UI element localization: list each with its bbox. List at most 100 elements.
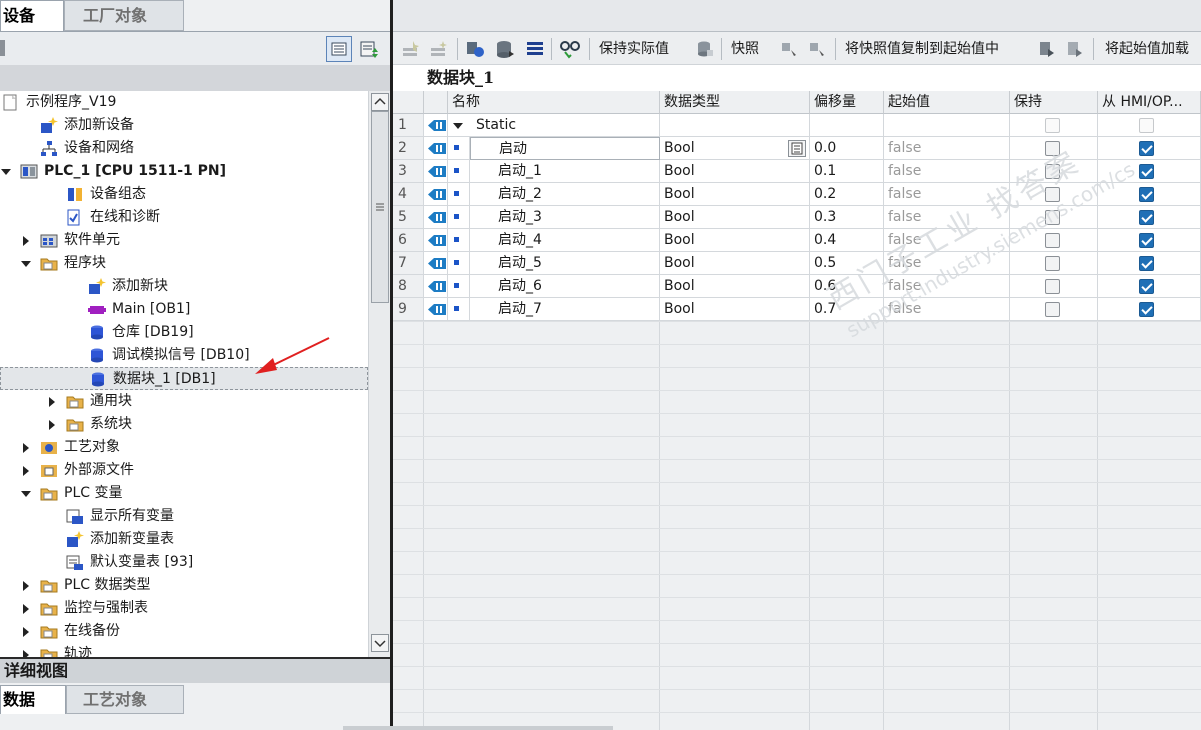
tree-item[interactable]: 在线备份 [0, 620, 368, 643]
retain-checkbox[interactable] [1045, 141, 1060, 156]
retain-checkbox[interactable] [1045, 256, 1060, 271]
retain-cell[interactable] [1010, 206, 1098, 229]
expand-arrow-icon[interactable] [20, 597, 32, 620]
hmi-cell[interactable] [1098, 114, 1201, 137]
table-row[interactable]: 3 启动_1 Bool 0.1 false [393, 160, 1201, 183]
hmi-cell[interactable] [1098, 298, 1201, 321]
retain-checkbox[interactable] [1045, 302, 1060, 317]
column-header-retain[interactable]: 保持 [1010, 91, 1098, 114]
hmi-checkbox[interactable] [1139, 210, 1154, 225]
tree-item[interactable]: 添加新设备 [0, 114, 368, 137]
hmi-checkbox[interactable] [1139, 233, 1154, 248]
tree-item[interactable]: 工艺对象 [0, 436, 368, 459]
retain-cell[interactable] [1010, 137, 1098, 160]
retain-cell[interactable] [1010, 183, 1098, 206]
tree-scrollbar[interactable] [368, 91, 390, 657]
hmi-cell[interactable] [1098, 252, 1201, 275]
tree-item[interactable]: 轨迹 [0, 643, 368, 657]
tree-item[interactable]: Main [OB1] [0, 298, 368, 321]
start-value-cell[interactable]: false [884, 298, 1010, 321]
name-cell[interactable]: 启动_1 [470, 160, 660, 183]
retain-cell[interactable] [1010, 252, 1098, 275]
retain-cell[interactable] [1010, 114, 1098, 137]
collapse-arrow-icon[interactable] [452, 114, 464, 136]
tree-item[interactable]: 程序块 [0, 252, 368, 275]
data-type-cell[interactable]: Bool [660, 160, 810, 183]
hmi-checkbox[interactable] [1139, 141, 1154, 156]
expand-all-icon[interactable] [465, 39, 485, 59]
column-header-name[interactable]: 名称 [448, 91, 660, 114]
retain-checkbox[interactable] [1045, 233, 1060, 248]
data-type-cell[interactable]: Bool [660, 298, 810, 321]
hmi-cell[interactable] [1098, 229, 1201, 252]
scroll-up-button[interactable] [371, 93, 389, 111]
snapshot-db-icon[interactable] [695, 39, 715, 59]
column-header-start-value[interactable]: 起始值 [884, 91, 1010, 114]
hmi-cell[interactable] [1098, 160, 1201, 183]
retain-cell[interactable] [1010, 160, 1098, 183]
start-value-cell[interactable]: false [884, 137, 1010, 160]
type-cell[interactable] [660, 114, 810, 137]
retain-checkbox[interactable] [1045, 187, 1060, 202]
start-value-cell[interactable] [884, 114, 1010, 137]
expand-arrow-icon[interactable] [20, 436, 32, 459]
copy-start-icon[interactable] [807, 39, 827, 59]
db-properties-icon[interactable] [495, 39, 515, 59]
expand-arrow-icon[interactable] [20, 620, 32, 643]
scroll-thumb[interactable] [371, 111, 389, 303]
tree-item[interactable]: 在线和诊断 [0, 206, 368, 229]
column-header-hmi-accessible[interactable]: 从 HMI/OP... [1098, 91, 1201, 114]
tree-item[interactable]: 外部源文件 [0, 459, 368, 482]
tree-item[interactable]: 添加新变量表 [0, 528, 368, 551]
name-cell[interactable]: 启动_2 [470, 183, 660, 206]
tab-plant-objects[interactable]: 工厂对象 [64, 0, 184, 31]
start-value-cell[interactable]: false [884, 160, 1010, 183]
column-header-offset[interactable]: 偏移量 [810, 91, 884, 114]
detail-view-header[interactable]: 详细视图 [0, 657, 390, 683]
table-row-static[interactable]: 1 Static [393, 114, 1201, 137]
retain-checkbox[interactable] [1045, 210, 1060, 225]
copy-snapshot-icon[interactable] [779, 39, 799, 59]
hmi-checkbox[interactable] [1139, 279, 1154, 294]
tab-data[interactable]: 数据 [0, 685, 66, 714]
table-view-button[interactable] [326, 36, 352, 62]
scroll-down-button[interactable] [371, 634, 389, 652]
expand-arrow-icon[interactable] [46, 390, 58, 413]
table-row[interactable]: 2 启动 Bool 0.0 false [393, 137, 1201, 160]
retain-cell[interactable] [1010, 298, 1098, 321]
table-row[interactable]: 8 启动_6 Bool 0.6 false [393, 275, 1201, 298]
hmi-checkbox[interactable] [1139, 164, 1154, 179]
tree-item[interactable]: PLC 变量 [0, 482, 368, 505]
keep-actual-values-button[interactable]: 保持实际值 [599, 32, 669, 66]
expand-arrow-icon[interactable] [20, 229, 32, 252]
tree-item[interactable]: 系统块 [0, 413, 368, 436]
retain-checkbox[interactable] [1045, 279, 1060, 294]
copy-snapshot-to-start-button[interactable]: 将快照值复制到起始值中 [845, 32, 999, 66]
expand-arrow-icon[interactable] [20, 643, 32, 657]
tree-item[interactable]: 监控与强制表 [0, 597, 368, 620]
name-cell[interactable]: 启动_6 [470, 275, 660, 298]
expand-arrow-icon[interactable] [46, 413, 58, 436]
static-name-cell[interactable]: Static [448, 114, 660, 137]
load-start-icon[interactable] [1037, 39, 1057, 59]
hmi-cell[interactable] [1098, 183, 1201, 206]
data-type-cell[interactable]: Bool [660, 137, 810, 160]
column-header-data-type[interactable]: 数据类型 [660, 91, 810, 114]
retain-checkbox[interactable] [1045, 118, 1060, 133]
data-type-cell[interactable]: Bool [660, 206, 810, 229]
data-type-cell[interactable]: Bool [660, 229, 810, 252]
tree-item[interactable]: 显示所有变量 [0, 505, 368, 528]
data-type-cell[interactable]: Bool [660, 252, 810, 275]
collapse-icon[interactable] [0, 40, 5, 56]
list-view-icon[interactable] [525, 39, 545, 59]
table-row[interactable]: 4 启动_2 Bool 0.2 false [393, 183, 1201, 206]
expand-arrow-icon[interactable] [20, 459, 32, 482]
name-cell[interactable]: 启动_7 [470, 298, 660, 321]
name-cell[interactable]: 启动_5 [470, 252, 660, 275]
table-row[interactable]: 7 启动_5 Bool 0.5 false [393, 252, 1201, 275]
tree-item[interactable]: 示例程序_V19 [0, 91, 368, 114]
start-value-cell[interactable]: false [884, 206, 1010, 229]
name-cell[interactable]: 启动_4 [470, 229, 660, 252]
hmi-cell[interactable] [1098, 275, 1201, 298]
retain-checkbox[interactable] [1045, 164, 1060, 179]
